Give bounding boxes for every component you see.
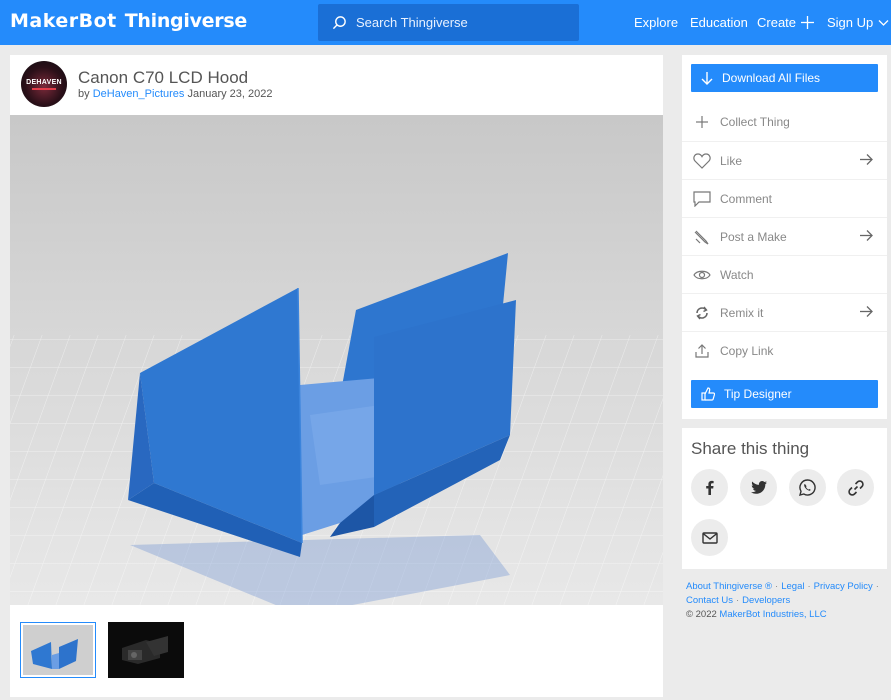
model-preview-image[interactable]: [10, 115, 663, 605]
thing-detail-card: DEHAVEN Canon C70 LCD Hood by DeHaven_Pi…: [10, 55, 663, 697]
plus-icon: [801, 16, 815, 29]
publish-date: January 23, 2022: [187, 88, 273, 100]
comment-button[interactable]: Comment: [682, 179, 887, 217]
share-facebook-button[interactable]: [691, 469, 728, 506]
arrow-down-icon: [701, 71, 713, 85]
search-input[interactable]: [356, 15, 566, 30]
thing-actions-panel: Download All Files Collect Thing Like Co…: [682, 55, 887, 419]
share-whatsapp-button[interactable]: [789, 469, 826, 506]
collect-thing-button[interactable]: Collect Thing: [682, 103, 887, 141]
watch-button[interactable]: Watch: [682, 255, 887, 293]
nav-explore[interactable]: Explore: [634, 0, 678, 45]
post-a-make-button[interactable]: Post a Make: [682, 217, 887, 255]
search-icon: [332, 16, 346, 30]
author-avatar[interactable]: DEHAVEN: [21, 61, 67, 107]
makerbot-thingiverse-logo[interactable]: MakerBot Thingiverse: [10, 10, 247, 32]
arrow-right-icon: [860, 230, 873, 241]
tip-designer-button[interactable]: Tip Designer: [691, 380, 878, 408]
pen-icon: [693, 228, 711, 246]
thing-title: Canon C70 LCD Hood: [78, 68, 249, 87]
like-button[interactable]: Like: [682, 141, 887, 179]
eye-icon: [693, 266, 711, 284]
plus-icon: [693, 113, 711, 131]
share-link-button[interactable]: [837, 469, 874, 506]
comment-icon: [693, 190, 711, 208]
copy-link-button[interactable]: Copy Link: [682, 331, 887, 369]
nav-education[interactable]: Education: [690, 0, 748, 45]
email-icon: [701, 531, 718, 544]
facebook-icon: [706, 480, 714, 495]
top-navigation-bar: MakerBotThingiverse Explore Education Cr…: [0, 0, 891, 45]
nav-sign-up[interactable]: Sign Up: [827, 0, 889, 45]
arrow-right-icon: [860, 154, 873, 165]
footer-privacy-link[interactable]: Privacy Policy: [814, 581, 873, 592]
footer-legal-link[interactable]: Legal: [781, 581, 804, 592]
search-box[interactable]: [318, 4, 579, 41]
chevron-down-icon: [878, 19, 889, 26]
footer-copyright: © 2022 MakerBot Industries, LLC: [686, 609, 827, 620]
thumbs-up-icon: [701, 387, 715, 401]
share-twitter-button[interactable]: [740, 469, 777, 506]
footer-developers-link[interactable]: Developers: [742, 595, 790, 606]
share-email-button[interactable]: [691, 519, 728, 556]
remix-icon: [693, 304, 711, 322]
thumbnail-photo[interactable]: [108, 622, 184, 678]
author-link[interactable]: DeHaven_Pictures: [93, 88, 185, 100]
link-icon: [847, 479, 864, 496]
download-all-files-button[interactable]: Download All Files: [691, 64, 878, 92]
thumbnail-model-render[interactable]: [20, 622, 96, 678]
avatar-underline: [32, 88, 56, 90]
twitter-icon: [750, 481, 767, 494]
footer-about-link[interactable]: About Thingiverse ®: [686, 581, 772, 592]
share-panel: Share this thing: [682, 428, 887, 569]
remix-button[interactable]: Remix it: [682, 293, 887, 331]
nav-create[interactable]: Create: [757, 0, 815, 45]
footer-contact-link[interactable]: Contact Us: [686, 595, 733, 606]
footer-links: About Thingiverse ® · Legal · Privacy Policy…: [686, 580, 886, 622]
whatsapp-icon: [799, 479, 816, 496]
heart-icon: [693, 152, 711, 170]
arrow-right-icon: [860, 306, 873, 317]
share-title: Share this thing: [691, 439, 810, 458]
upload-icon: [693, 342, 711, 360]
thing-byline: by DeHaven_Pictures January 23, 2022: [78, 88, 273, 100]
footer-makerbot-link[interactable]: MakerBot Industries, LLC: [719, 609, 826, 620]
